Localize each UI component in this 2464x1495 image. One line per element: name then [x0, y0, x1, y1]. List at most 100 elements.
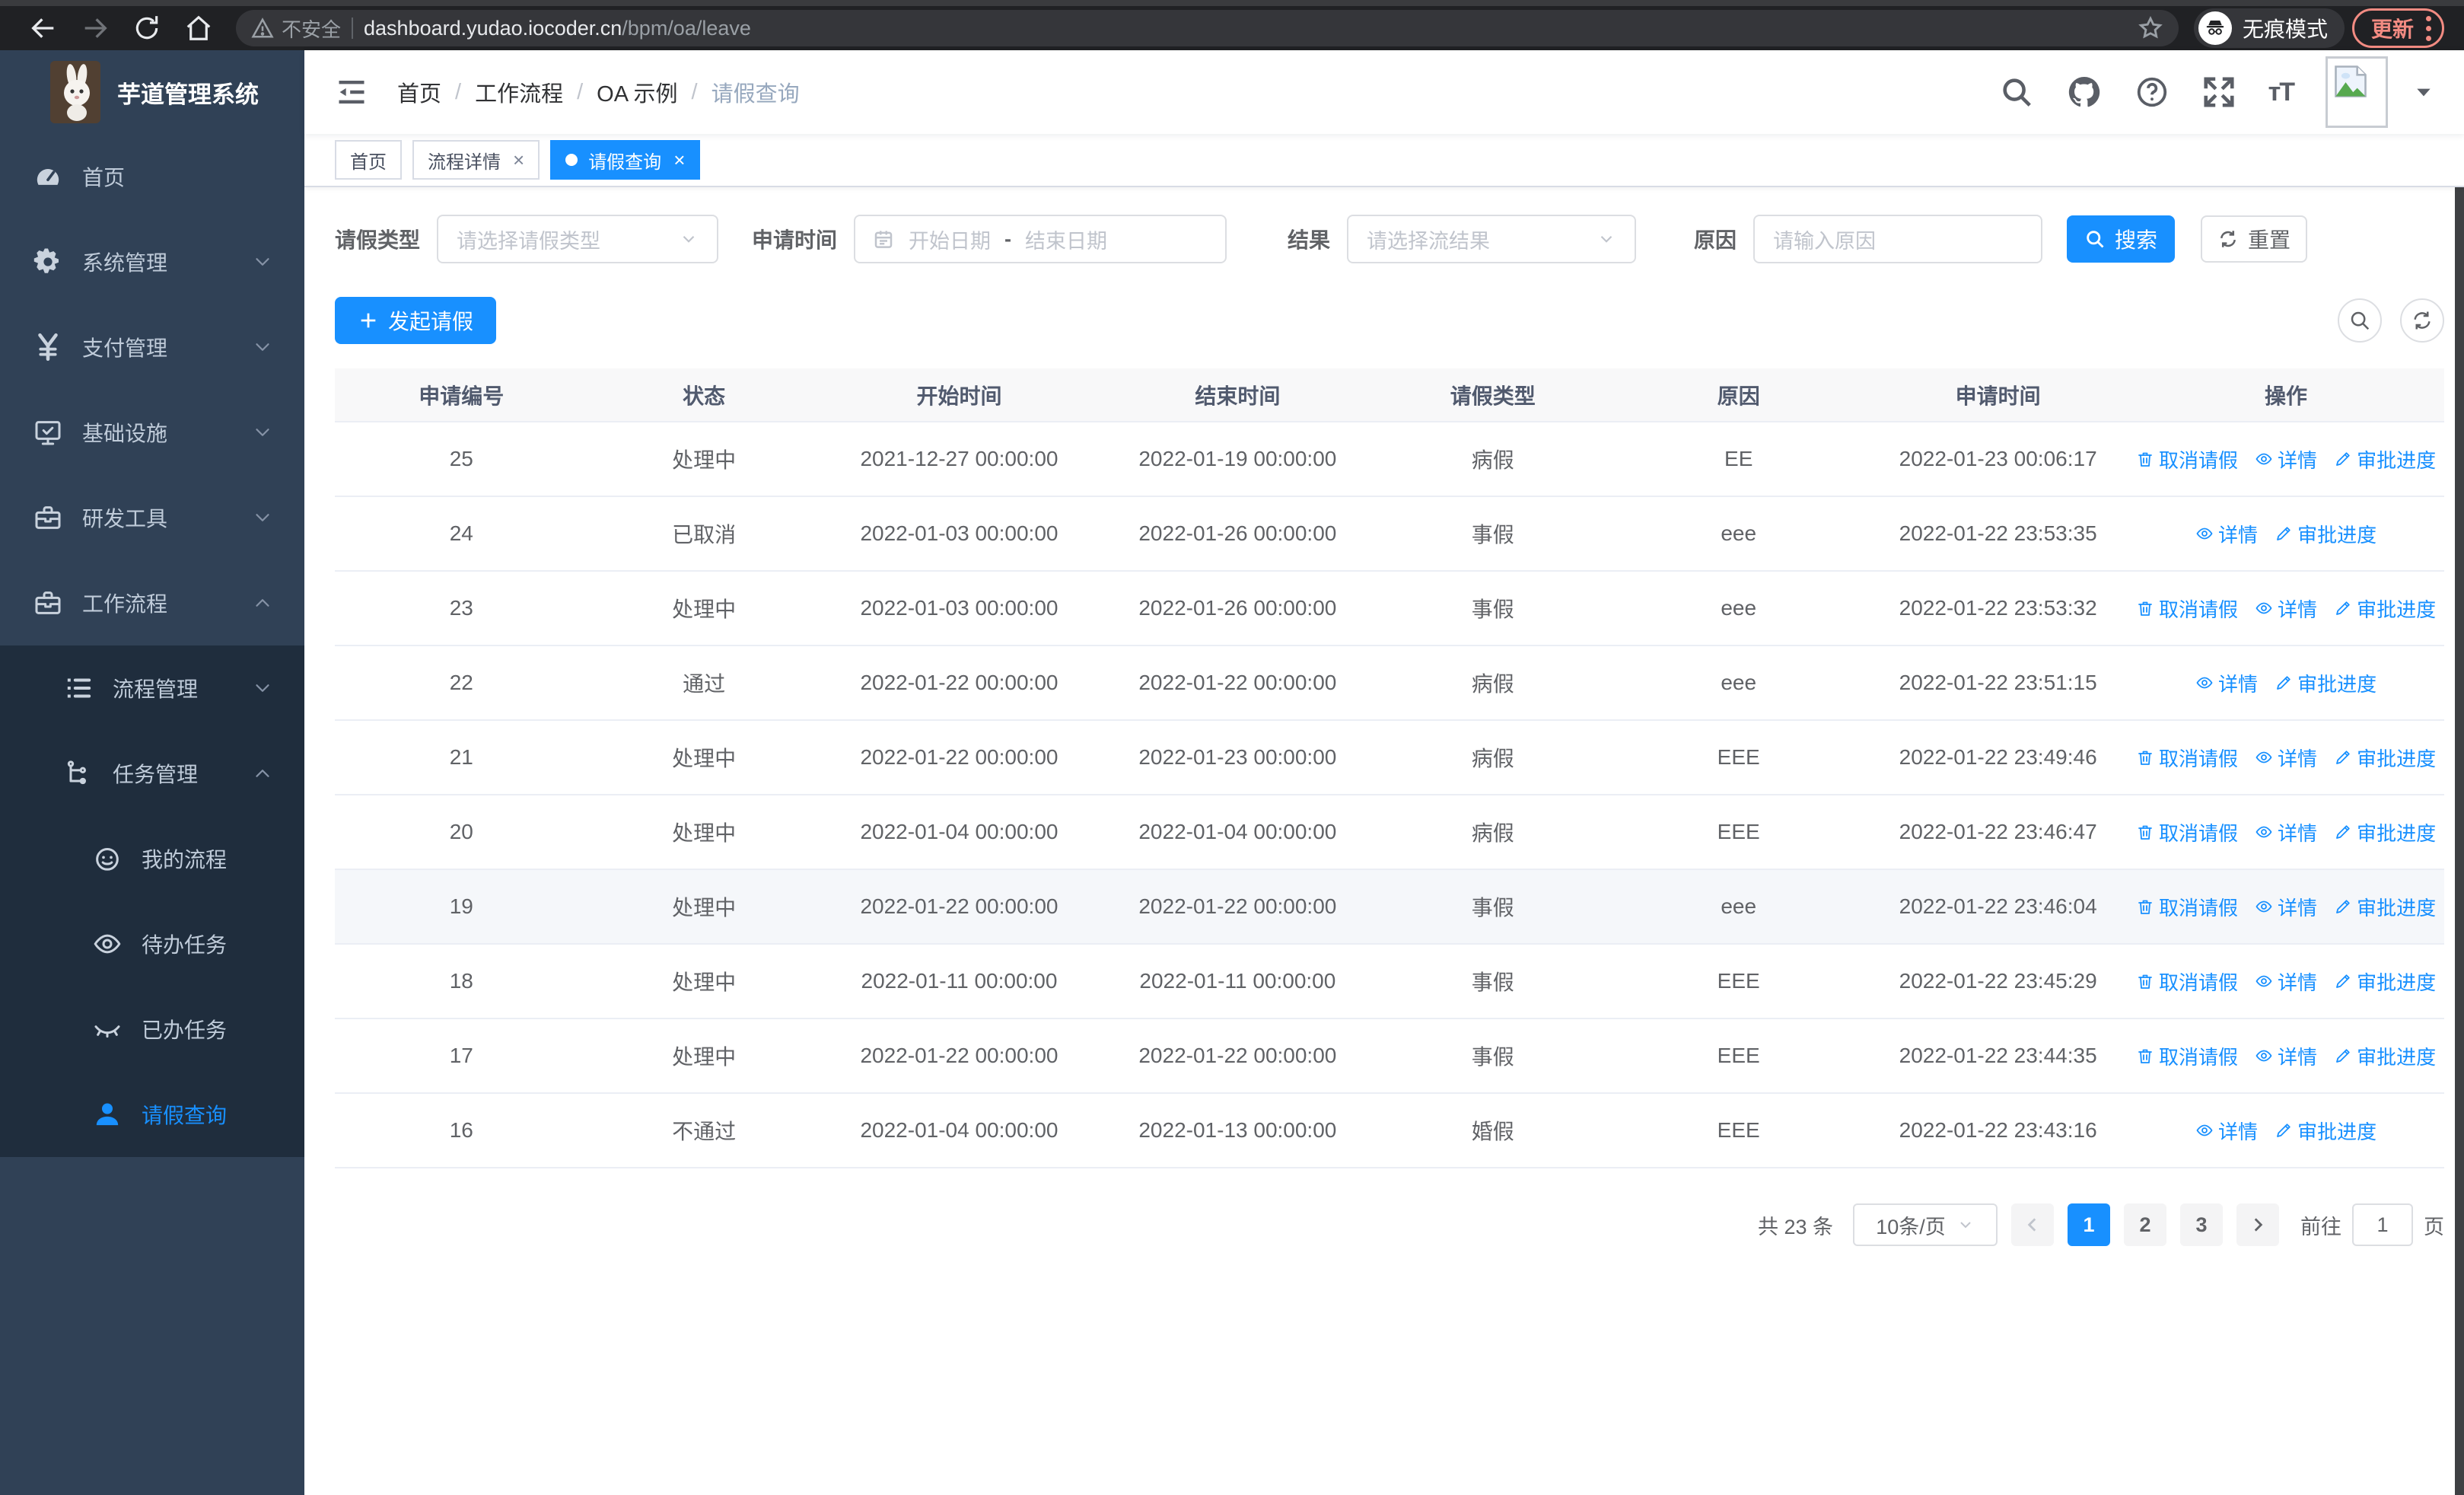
- column-header-操作: 操作: [2128, 368, 2444, 422]
- progress-action-link[interactable]: 审批进度: [2334, 893, 2436, 921]
- update-button[interactable]: 更新: [2351, 8, 2444, 48]
- cell-apply_time: 2022-01-22 23:44:35: [1868, 1018, 2128, 1093]
- home-icon[interactable]: [177, 6, 221, 50]
- progress-action-link[interactable]: 审批进度: [2275, 1117, 2376, 1145]
- close-icon[interactable]: ×: [673, 148, 685, 172]
- detail-action-link[interactable]: 详情: [2255, 594, 2317, 623]
- progress-action-link[interactable]: 审批进度: [2334, 445, 2436, 473]
- github-icon[interactable]: [2066, 74, 2103, 110]
- show-search-button[interactable]: [2338, 298, 2382, 343]
- cell-start: 2022-01-22 00:00:00: [820, 645, 1099, 720]
- cancel-action-link[interactable]: 取消请假: [2136, 1042, 2238, 1070]
- table-header-row: 申请编号 状态 开始时间 结束时间 请假类型 原因 申请时间 操作: [335, 368, 2444, 422]
- next-page-button[interactable]: [2236, 1203, 2279, 1246]
- result-select[interactable]: 请选择流结果: [1347, 215, 1637, 263]
- goto-page-input[interactable]: [2352, 1203, 2413, 1246]
- incognito-icon: [2198, 11, 2232, 45]
- tab-流程详情[interactable]: 流程详情 ×: [412, 140, 540, 180]
- detail-action-link[interactable]: 详情: [2195, 669, 2258, 697]
- refresh-table-button[interactable]: [2400, 298, 2444, 343]
- progress-action-link[interactable]: 审批进度: [2275, 669, 2376, 697]
- tab-请假查询[interactable]: 请假查询 ×: [550, 140, 701, 180]
- detail-action-link[interactable]: 详情: [2255, 893, 2317, 921]
- reset-button[interactable]: 重置: [2201, 215, 2308, 263]
- search-icon[interactable]: [1999, 75, 2034, 110]
- page-button-2[interactable]: 2: [2124, 1203, 2166, 1246]
- sidebar-item-label: 我的流程: [142, 848, 228, 872]
- logo-row[interactable]: 芋道管理系统: [0, 50, 304, 134]
- progress-action-link[interactable]: 审批进度: [2334, 1042, 2436, 1070]
- sidebar-item-研发工具[interactable]: 研发工具: [0, 475, 304, 560]
- cell-reason: eee: [1609, 496, 1869, 571]
- breadcrumb-item-OA 示例[interactable]: OA 示例: [597, 76, 677, 108]
- cancel-action-link[interactable]: 取消请假: [2136, 818, 2238, 846]
- prev-page-button[interactable]: [2011, 1203, 2054, 1246]
- sidebar-item-流程管理[interactable]: 流程管理: [0, 645, 304, 731]
- breadcrumb-item-首页[interactable]: 首页: [397, 76, 441, 108]
- close-icon[interactable]: ×: [513, 148, 524, 172]
- tab-首页[interactable]: 首页: [335, 140, 402, 180]
- detail-action-link[interactable]: 详情: [2195, 1117, 2258, 1145]
- sidebar-item-工作流程[interactable]: 工作流程: [0, 560, 304, 645]
- cancel-action-link[interactable]: 取消请假: [2136, 594, 2238, 623]
- cancel-action-link[interactable]: 取消请假: [2136, 744, 2238, 772]
- progress-action-link[interactable]: 审批进度: [2334, 594, 2436, 623]
- sidebar-item-基础设施[interactable]: 基础设施: [0, 390, 304, 475]
- sidebar-item-支付管理[interactable]: 支付管理: [0, 304, 304, 390]
- page-size-select[interactable]: 10条/页: [1853, 1203, 1998, 1246]
- font-size-icon[interactable]: тT: [2268, 78, 2295, 107]
- detail-action-link[interactable]: 详情: [2255, 1042, 2317, 1070]
- address-bar[interactable]: 不安全 dashboard.yudao.iocoder.cn/bpm/oa/le…: [236, 10, 2179, 46]
- progress-action-link[interactable]: 审批进度: [2334, 818, 2436, 846]
- column-header-结束时间: 结束时间: [1098, 368, 1377, 422]
- cell-apply_time: 2022-01-22 23:53:35: [1868, 496, 2128, 571]
- page-button-1[interactable]: 1: [2068, 1203, 2110, 1246]
- leave-type-select[interactable]: 请选择请假类型: [437, 215, 719, 263]
- page-button-3[interactable]: 3: [2180, 1203, 2223, 1246]
- help-icon[interactable]: [2135, 75, 2170, 110]
- sidebar-item-待办任务[interactable]: 待办任务: [0, 901, 304, 987]
- chevron-up-icon: [251, 762, 274, 785]
- create-leave-button[interactable]: 发起请假: [335, 297, 497, 344]
- edit-icon: [2334, 823, 2352, 841]
- bookmark-star-icon[interactable]: [2138, 15, 2163, 41]
- sidebar-item-已办任务[interactable]: 已办任务: [0, 987, 304, 1072]
- cancel-action-link[interactable]: 取消请假: [2136, 893, 2238, 921]
- cell-start: 2022-01-22 00:00:00: [820, 869, 1099, 944]
- topbar: 首页 / 工作流程 / OA 示例 / 请假查询 тT: [304, 50, 2464, 134]
- chevron-down-icon: [679, 229, 699, 249]
- progress-action-link[interactable]: 审批进度: [2334, 967, 2436, 996]
- search-button[interactable]: 搜索: [2067, 215, 2176, 263]
- back-icon[interactable]: [21, 6, 65, 50]
- reload-icon[interactable]: [125, 6, 169, 50]
- sidebar-item-请假查询[interactable]: 请假查询: [0, 1072, 304, 1157]
- sidebar-item-系统管理[interactable]: 系统管理: [0, 219, 304, 304]
- fullscreen-icon[interactable]: [2201, 75, 2236, 110]
- menu-dots-icon[interactable]: [2426, 15, 2431, 41]
- cancel-action-link[interactable]: 取消请假: [2136, 445, 2238, 473]
- detail-action-link[interactable]: 详情: [2255, 445, 2317, 473]
- detail-action-link[interactable]: 详情: [2255, 967, 2317, 996]
- sidebar-item-首页[interactable]: 首页: [0, 134, 304, 219]
- detail-action-link[interactable]: 详情: [2255, 744, 2317, 772]
- detail-action-link[interactable]: 详情: [2255, 818, 2317, 846]
- progress-action-link[interactable]: 审批进度: [2334, 744, 2436, 772]
- collapse-sidebar-icon[interactable]: [335, 75, 368, 109]
- progress-action-link[interactable]: 审批进度: [2275, 520, 2376, 548]
- sidebar-item-任务管理[interactable]: 任务管理: [0, 731, 304, 816]
- sidebar-item-我的流程[interactable]: 我的流程: [0, 816, 304, 901]
- avatar[interactable]: [2326, 56, 2388, 128]
- cancel-action-link[interactable]: 取消请假: [2136, 967, 2238, 996]
- cell-status: 处理中: [587, 794, 820, 869]
- cell-reason: EEE: [1609, 943, 1869, 1018]
- forward-icon[interactable]: [73, 6, 117, 50]
- apply-time-range[interactable]: 开始日期 - 结束日期: [854, 215, 1227, 263]
- sidebar-item-label: 已办任务: [142, 1018, 228, 1042]
- detail-action-link[interactable]: 详情: [2195, 520, 2258, 548]
- page-scrollbar[interactable]: [2455, 50, 2464, 1495]
- breadcrumb-item-工作流程[interactable]: 工作流程: [475, 76, 563, 108]
- trash-icon: [2136, 972, 2154, 990]
- chevron-down-icon[interactable]: [2414, 82, 2434, 102]
- reason-input[interactable]: 请输入原因: [1753, 215, 2043, 263]
- security-warning[interactable]: 不安全: [251, 14, 341, 43]
